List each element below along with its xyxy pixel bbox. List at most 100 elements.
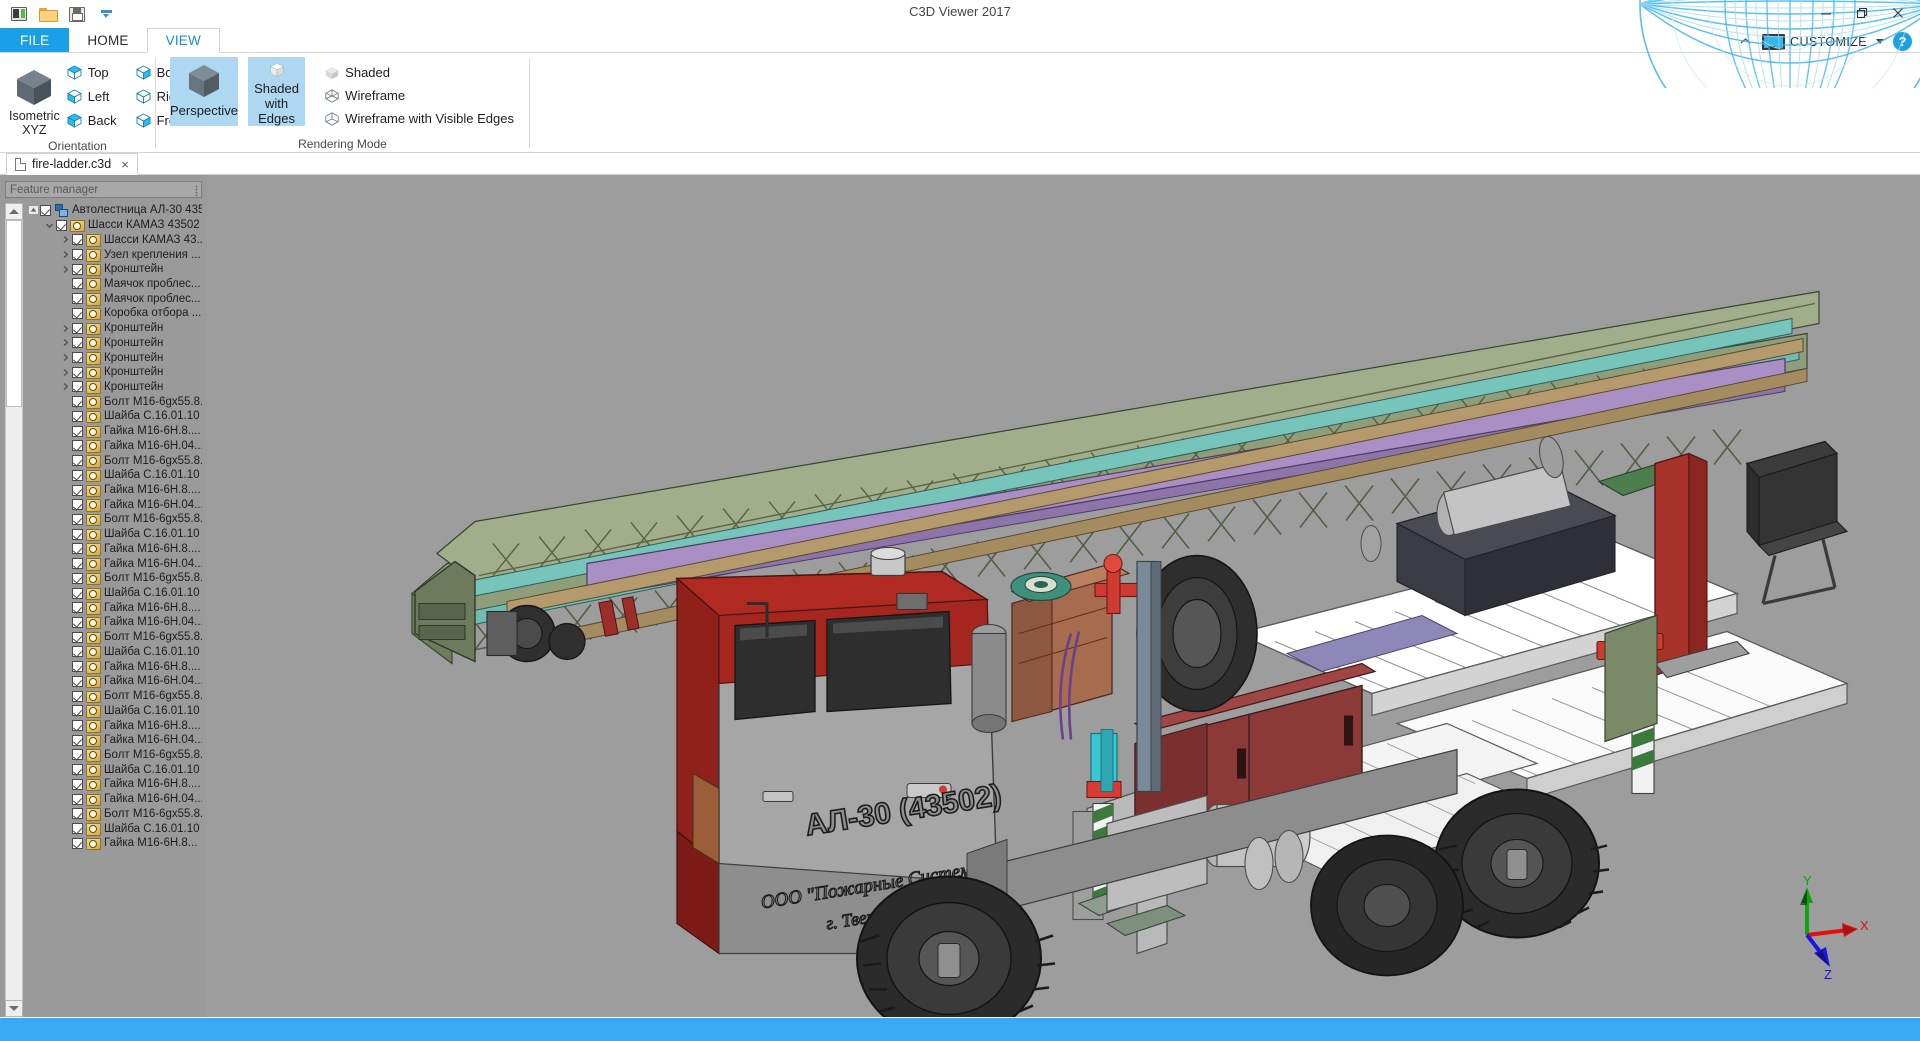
tree-node-checkbox[interactable] [72, 499, 83, 511]
app-menu-button[interactable] [8, 4, 30, 24]
tree-node-checkbox[interactable] [72, 823, 83, 835]
perspective-button[interactable]: Perspective [170, 57, 238, 126]
tree-node-checkbox[interactable] [72, 793, 83, 805]
tree-node-checkbox[interactable] [72, 469, 83, 481]
tree-scroll-up-icon[interactable] [27, 205, 40, 216]
tree-node[interactable]: Шасси КАМАЗ 43... [25, 232, 202, 247]
3d-viewport[interactable]: АЛ-30 (43502) ООО "Пожарные Системы" г. … [207, 175, 1920, 1017]
tree-node[interactable]: Гайка М16-6Н.04... [25, 556, 202, 571]
tree-node[interactable]: Гайка М16-6Н.8.... [25, 777, 202, 792]
tree-node[interactable]: Шайба С.16.01.10 ... [25, 645, 202, 660]
tree-node-checkbox[interactable] [72, 558, 83, 570]
tree-node-checkbox[interactable] [72, 587, 83, 599]
tree-node-checkbox[interactable] [72, 837, 83, 849]
tree-node-checkbox[interactable] [72, 528, 83, 540]
collapse-chevron-down-icon[interactable] [43, 221, 56, 230]
tree-node-checkbox[interactable] [72, 690, 83, 702]
tree-node[interactable]: Коробка отбора ... [25, 306, 202, 321]
tree-node-checkbox[interactable] [72, 307, 83, 319]
tree-node[interactable]: Кронштейн [25, 350, 202, 365]
tree-node[interactable]: Кронштейн [25, 321, 202, 336]
tree-node-checkbox[interactable] [72, 381, 83, 393]
tree-node[interactable]: Гайка М16-6Н.8.... [25, 424, 202, 439]
tree-node-checkbox[interactable] [72, 808, 83, 820]
close-tab-icon[interactable]: × [121, 158, 129, 171]
view-left-button[interactable]: Left [61, 85, 124, 108]
tree-node-checkbox[interactable] [72, 631, 83, 643]
scroll-down-arrow[interactable] [5, 1000, 23, 1017]
tree-node-checkbox[interactable] [72, 616, 83, 628]
feature-manager-scrollbar[interactable] [5, 203, 23, 1017]
expand-chevron-right-icon[interactable] [59, 382, 72, 391]
tree-node-checkbox[interactable] [72, 396, 83, 408]
tree-node[interactable]: Гайка М16-6Н.04... [25, 674, 202, 689]
tree-node[interactable]: Гайка М16-6Н.8.... [25, 718, 202, 733]
tree-node-checkbox[interactable] [72, 440, 83, 452]
tree-node-checkbox[interactable] [72, 778, 83, 790]
tree-node[interactable]: Шасси КАМАЗ 43502 [25, 218, 202, 233]
tree-node-checkbox[interactable] [72, 455, 83, 467]
tree-node-checkbox[interactable] [72, 425, 83, 437]
feature-manager-tree[interactable]: Автолестница АЛ-30 43502 Шасси КАМАЗ 4350… [25, 203, 202, 1017]
collapse-ribbon-icon[interactable] [1738, 34, 1753, 49]
tree-node-checkbox[interactable] [72, 352, 83, 364]
chevron-down-icon[interactable] [1876, 39, 1884, 44]
customize-label[interactable]: CUSTOMIZE [1790, 35, 1867, 49]
restore-button[interactable] [1844, 1, 1880, 25]
tree-node[interactable]: Шайба С.16.01.10 ... [25, 586, 202, 601]
tree-node[interactable]: Болт М16-6gх55.8... [25, 571, 202, 586]
tab-file[interactable]: FILE [0, 28, 70, 52]
expand-chevron-right-icon[interactable] [59, 235, 72, 244]
shaded-with-edges-button[interactable]: Shaded with Edges [247, 57, 306, 126]
shaded-button[interactable]: Shaded [319, 61, 521, 84]
tree-node[interactable]: Гайка М16-6Н.04... [25, 733, 202, 748]
tree-node-checkbox[interactable] [72, 764, 83, 776]
help-button[interactable]: ? [1893, 32, 1912, 51]
tree-node-checkbox[interactable] [72, 720, 83, 732]
tree-node-checkbox[interactable] [72, 249, 83, 261]
feature-manager-search-input[interactable]: Feature manager [5, 181, 202, 198]
scroll-up-arrow[interactable] [5, 203, 23, 220]
expand-chevron-right-icon[interactable] [59, 368, 72, 377]
tree-node[interactable]: Шайба С.16.01.10 ... [25, 821, 202, 836]
tree-node-checkbox[interactable] [72, 705, 83, 717]
scrollbar-thumb[interactable] [6, 220, 22, 408]
view-top-button[interactable]: Top [61, 61, 124, 84]
tree-node-checkbox[interactable] [72, 543, 83, 555]
tree-node[interactable]: Кронштейн [25, 380, 202, 395]
view-back-button[interactable]: Back [61, 109, 124, 132]
tree-node[interactable]: Кронштейн [25, 335, 202, 350]
tree-node[interactable]: Шайба С.16.01.10 ... [25, 409, 202, 424]
tree-node-checkbox[interactable] [72, 749, 83, 761]
expand-chevron-right-icon[interactable] [59, 265, 72, 274]
tree-node[interactable]: Гайка М16-6Н.8... [25, 836, 202, 851]
tree-node-checkbox[interactable] [72, 278, 83, 290]
close-button[interactable] [1880, 1, 1916, 25]
tree-node[interactable]: Автолестница АЛ-30 43502 [25, 203, 202, 218]
tree-node[interactable]: Гайка М16-6Н.04... [25, 615, 202, 630]
tree-node[interactable]: Болт М16-6gх55.8... [25, 394, 202, 409]
expand-chevron-right-icon[interactable] [59, 353, 72, 362]
tree-node[interactable]: Болт М16-6gх55.8... [25, 453, 202, 468]
tree-node-checkbox[interactable] [72, 513, 83, 525]
tree-node[interactable]: Болт М16-6gх55.8... [25, 806, 202, 821]
minimize-button[interactable] [1808, 1, 1844, 25]
tree-node-checkbox[interactable] [72, 646, 83, 658]
expand-chevron-right-icon[interactable] [59, 338, 72, 347]
tree-node[interactable]: Шайба С.16.01.10 ... [25, 468, 202, 483]
monitor-icon[interactable] [1762, 34, 1786, 50]
tree-node-checkbox[interactable] [56, 219, 67, 231]
tree-node[interactable]: Болт М16-6gх55.8... [25, 748, 202, 763]
tree-node-checkbox[interactable] [72, 602, 83, 614]
tree-node-checkbox[interactable] [72, 322, 83, 334]
tree-node-checkbox[interactable] [72, 293, 83, 305]
tree-node[interactable]: Болт М16-6gх55.8... [25, 512, 202, 527]
tree-node[interactable]: Маячок проблес... [25, 277, 202, 292]
tree-node[interactable]: Шайба С.16.01.10 ... [25, 762, 202, 777]
save-file-button[interactable] [66, 4, 88, 24]
tree-node[interactable]: Гайка М16-6Н.8.... [25, 483, 202, 498]
tree-node-checkbox[interactable] [72, 484, 83, 496]
tab-home[interactable]: HOME [69, 28, 146, 52]
wireframe-visible-edges-button[interactable]: Wireframe with Visible Edges [319, 107, 521, 130]
expand-chevron-right-icon[interactable] [59, 324, 72, 333]
